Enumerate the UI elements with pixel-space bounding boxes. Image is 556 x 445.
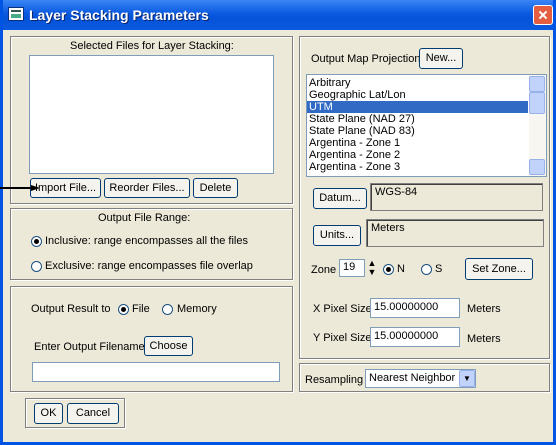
ok-button[interactable]: OK xyxy=(34,403,63,424)
projection-item[interactable]: Arbitrary xyxy=(307,77,528,89)
output-file-radio[interactable] xyxy=(118,304,129,315)
import-file-button[interactable]: Import File... xyxy=(30,178,101,198)
zone-input[interactable]: 19 xyxy=(339,259,365,277)
filename-label: Enter Output Filename xyxy=(34,341,145,353)
y-pixel-size-input[interactable]: 15.00000000 xyxy=(370,327,460,347)
projection-item[interactable]: Argentina - Zone 3 xyxy=(307,161,528,173)
projection-list[interactable]: Arbitrary Geographic Lat/Lon UTM State Plan… xyxy=(306,74,547,177)
output-file-label: File xyxy=(132,303,150,315)
zone-south-radio[interactable] xyxy=(421,264,432,275)
output-range-title: Output File Range: xyxy=(98,212,191,224)
choose-button[interactable]: Choose xyxy=(144,336,193,356)
datum-button[interactable]: Datum... xyxy=(313,188,367,209)
set-zone-button[interactable]: Set Zone... xyxy=(465,258,533,280)
selected-files-label: Selected Files for Layer Stacking: xyxy=(70,40,234,52)
projection-item[interactable]: UTM xyxy=(307,101,528,113)
projection-item[interactable]: Argentina - Zone 1 xyxy=(307,137,528,149)
inclusive-label: Inclusive: range encompasses all the fil… xyxy=(45,235,248,247)
datum-value: WGS-84 xyxy=(370,183,543,211)
projection-scrollbar[interactable] xyxy=(529,75,546,176)
projection-item[interactable]: Geographic Lat/Lon xyxy=(307,89,528,101)
inclusive-radio[interactable] xyxy=(31,236,42,247)
new-projection-button[interactable]: New... xyxy=(419,48,463,69)
exclusive-radio[interactable] xyxy=(31,261,42,272)
window-title: Layer Stacking Parameters xyxy=(29,7,209,23)
projection-label: Output Map Projection xyxy=(311,53,421,65)
cancel-button[interactable]: Cancel xyxy=(67,403,119,424)
scroll-up-icon[interactable] xyxy=(529,76,545,92)
y-pixel-size-unit: Meters xyxy=(467,333,501,345)
units-value: Meters xyxy=(366,219,544,247)
callout-arrow-icon xyxy=(0,185,40,191)
projection-item[interactable]: State Plane (NAD 83) xyxy=(307,125,528,137)
zone-spinner-icon[interactable]: ▲ ▼ xyxy=(366,259,378,277)
output-filename-input[interactable] xyxy=(32,362,280,382)
chevron-down-icon[interactable]: ▼ xyxy=(459,370,475,387)
resampling-label: Resampling xyxy=(305,374,364,386)
projection-item[interactable]: State Plane (NAD 27) xyxy=(307,113,528,125)
close-icon[interactable] xyxy=(533,5,553,25)
x-pixel-size-label: X Pixel Size xyxy=(313,303,372,315)
resampling-value: Nearest Neighbor xyxy=(369,372,456,384)
output-result-label: Output Result to xyxy=(31,303,111,315)
exclusive-label: Exclusive: range encompasses file overla… xyxy=(45,260,253,272)
delete-button[interactable]: Delete xyxy=(193,178,238,198)
app-window-icon xyxy=(8,7,24,21)
selected-files-list[interactable] xyxy=(29,55,274,174)
zone-south-label: S xyxy=(435,263,443,275)
x-pixel-size-unit: Meters xyxy=(467,303,501,315)
zone-north-radio[interactable] xyxy=(383,264,394,275)
reorder-files-button[interactable]: Reorder Files... xyxy=(104,178,190,198)
output-memory-label: Memory xyxy=(177,303,217,315)
title-bar[interactable]: Layer Stacking Parameters xyxy=(3,0,553,30)
output-memory-radio[interactable] xyxy=(162,304,173,315)
zone-label: Zone xyxy=(311,264,337,276)
scroll-down-icon[interactable] xyxy=(529,159,545,175)
y-pixel-size-label: Y Pixel Size xyxy=(313,332,372,344)
resampling-select[interactable]: Nearest Neighbor ▼ xyxy=(365,369,476,388)
x-pixel-size-input[interactable]: 15.00000000 xyxy=(370,298,460,318)
scroll-thumb[interactable] xyxy=(529,92,545,114)
units-button[interactable]: Units... xyxy=(313,225,361,246)
projection-item[interactable]: Argentina - Zone 2 xyxy=(307,149,528,161)
dialog-window: Layer Stacking Parameters Selected Files… xyxy=(0,0,556,445)
zone-north-label: N xyxy=(397,263,405,275)
